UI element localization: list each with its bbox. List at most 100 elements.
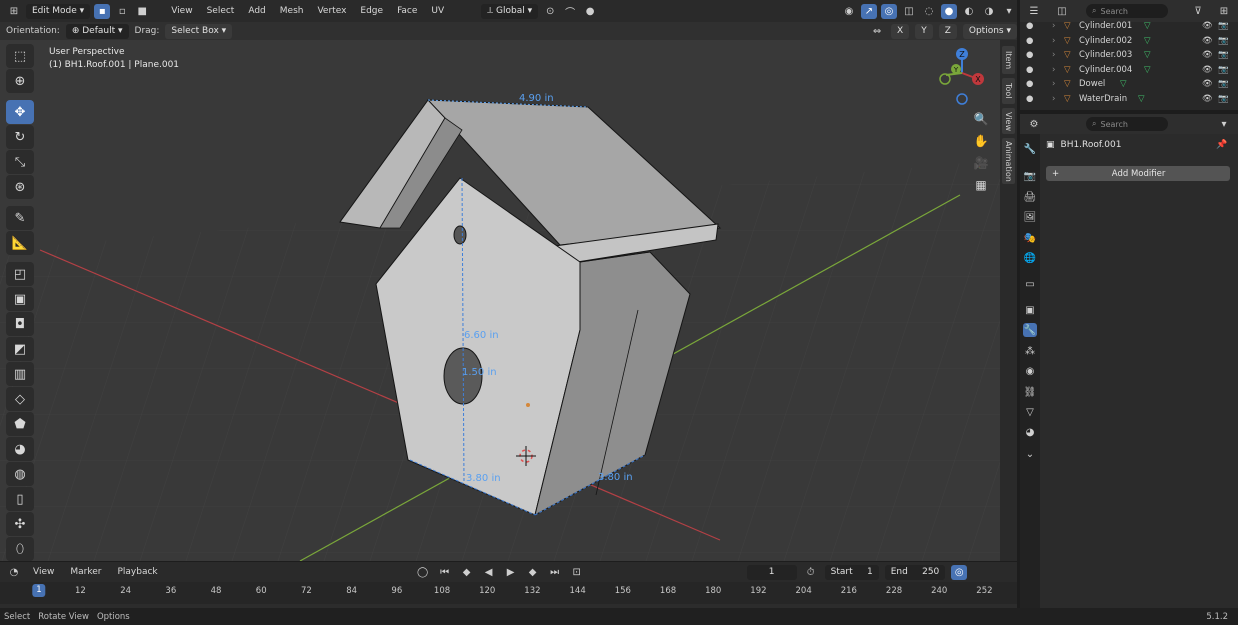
view-layer-icon[interactable]: 🖼 — [1023, 210, 1037, 224]
visibility-dot-icon[interactable]: ● — [1026, 79, 1033, 89]
timeline-menu-view[interactable]: View — [28, 564, 59, 580]
3d-viewport[interactable]: 4.90 in 6.60 in 1.50 in 3.80 in 3.80 in — [0, 40, 1000, 561]
extrude-tool-icon[interactable]: ▣ — [6, 287, 34, 311]
wireframe-shading-icon[interactable]: ◌ — [921, 4, 937, 19]
axis-y-toggle[interactable]: Y — [915, 23, 933, 39]
outliner-editor-icon[interactable]: ☰ — [1026, 4, 1042, 19]
face-select-icon[interactable]: ■ — [134, 4, 150, 19]
physics-props-icon[interactable]: ◉ — [1023, 364, 1037, 378]
mesh-data-icon[interactable]: ▽ — [1138, 94, 1145, 104]
poly-build-tool-icon[interactable]: ⬟ — [6, 412, 34, 436]
material-shading-icon[interactable]: ◐ — [961, 4, 977, 19]
keying-icon[interactable]: ⊡ — [569, 565, 585, 580]
output-props-icon[interactable]: 🖨 — [1023, 190, 1037, 204]
camera-render-icon[interactable]: 📷 — [1218, 65, 1229, 75]
select-box-tool-icon[interactable]: ⬚ — [6, 44, 34, 68]
visibility-dot-icon[interactable]: ● — [1026, 50, 1033, 60]
expand-chevron-icon[interactable]: › — [1052, 65, 1055, 75]
playhead[interactable]: 1 — [32, 584, 46, 597]
zoom-icon[interactable]: 🔍 — [970, 109, 992, 129]
menu-face[interactable]: Face — [392, 3, 422, 19]
tab-item[interactable]: Item — [1002, 46, 1015, 74]
collection-props-icon[interactable]: ▭ — [1023, 277, 1037, 291]
outliner-search-input[interactable]: ⌕ Search — [1086, 4, 1168, 18]
menu-add[interactable]: Add — [243, 3, 270, 19]
tab-tool[interactable]: Tool — [1002, 78, 1015, 104]
object-props-icon[interactable]: ▣ — [1023, 303, 1037, 317]
jump-start-icon[interactable]: ⏮ — [437, 565, 453, 580]
eye-icon[interactable]: 👁 — [1202, 94, 1213, 104]
expand-chevron-icon[interactable]: › — [1052, 79, 1055, 89]
eye-icon[interactable]: 👁 — [1202, 36, 1213, 46]
timeline-menu-playback[interactable]: Playback — [112, 564, 162, 580]
start-frame-field[interactable]: Start 1 — [824, 564, 879, 580]
smooth-tool-icon[interactable]: ◍ — [6, 462, 34, 486]
transform-orientation-dropdown[interactable]: ⟂ Global ▾ — [481, 3, 539, 19]
expand-chevron-icon[interactable]: › — [1052, 50, 1055, 60]
scene-props-icon[interactable]: 🎭 — [1023, 231, 1037, 245]
mesh-data-icon[interactable]: ▽ — [1144, 21, 1151, 31]
camera-render-icon[interactable]: 📷 — [1218, 36, 1229, 46]
particles-props-icon[interactable]: ⁂ — [1023, 344, 1037, 358]
end-frame-field[interactable]: End 250 — [884, 564, 946, 580]
rotate-tool-icon[interactable]: ↻ — [6, 125, 34, 149]
snap-icon[interactable]: ⌒ — [562, 4, 578, 19]
new-collection-icon[interactable]: ⊞ — [1216, 4, 1232, 19]
pivot-icon[interactable]: ⊙ — [542, 4, 558, 19]
editor-type-icon[interactable]: ⊞ — [6, 4, 22, 19]
vertex-select-icon[interactable]: ▪ — [94, 3, 111, 19]
expand-chevron-icon[interactable]: › — [1052, 94, 1055, 104]
tool-props-icon[interactable]: 🔧 — [1023, 142, 1037, 156]
shading-dropdown-icon[interactable]: ▾ — [1001, 4, 1017, 19]
mesh-data-icon[interactable]: ▽ — [1120, 79, 1127, 89]
loop-cut-tool-icon[interactable]: ▥ — [6, 362, 34, 386]
constraints-props-icon[interactable]: ⛓ — [1023, 385, 1037, 399]
axis-z-toggle[interactable]: Z — [938, 23, 957, 39]
outliner-row[interactable]: ● › ▽ Cylinder.003 ▽ 👁 📷 — [1020, 48, 1238, 63]
material-props-icon[interactable]: ◕ — [1023, 425, 1037, 439]
visibility-dot-icon[interactable]: ● — [1026, 21, 1033, 31]
annotate-tool-icon[interactable]: ✎ — [6, 206, 34, 230]
properties-search-input[interactable]: ⌕ Search — [1086, 117, 1168, 131]
properties-options-icon[interactable]: ▾ — [1216, 117, 1232, 132]
proportional-edit-icon[interactable]: ● — [582, 4, 598, 19]
shear-tool-icon[interactable]: ⬯ — [6, 537, 34, 561]
shrink-fatten-tool-icon[interactable]: ✣ — [6, 512, 34, 536]
next-keyframe-icon[interactable]: ◆ — [525, 565, 541, 580]
world-props-icon[interactable]: 🌐 — [1023, 251, 1037, 265]
play-icon[interactable]: ▶ — [503, 565, 519, 580]
tab-view[interactable]: View — [1002, 108, 1015, 134]
edge-slide-tool-icon[interactable]: ▯ — [6, 487, 34, 511]
expand-chevron-icon[interactable]: › — [1052, 36, 1055, 46]
menu-mesh[interactable]: Mesh — [275, 3, 309, 19]
timeline-editor-icon[interactable]: ◔ — [6, 565, 22, 580]
mesh-data-icon[interactable]: ▽ — [1144, 36, 1151, 46]
prev-keyframe-icon[interactable]: ◆ — [459, 565, 475, 580]
autokey-icon[interactable]: ◯ — [415, 565, 431, 580]
filter-icon[interactable]: ⊽ — [1190, 4, 1206, 19]
modifier-props-icon[interactable]: 🔧 — [1023, 323, 1037, 337]
timeline-menu-marker[interactable]: Marker — [65, 564, 106, 580]
move-tool-icon[interactable]: ✥ — [6, 100, 34, 124]
edge-select-icon[interactable]: ▫ — [114, 4, 130, 19]
eye-icon[interactable]: 👁 — [1202, 79, 1213, 89]
options-dropdown[interactable]: Options ▾ — [962, 23, 1017, 39]
render-props-icon[interactable]: 📷 — [1023, 169, 1037, 183]
knife-tool-icon[interactable]: ◇ — [6, 387, 34, 411]
texture-props-icon[interactable]: ⌄ — [1023, 447, 1037, 461]
cursor-tool-icon[interactable]: ⊕ — [6, 69, 34, 93]
camera-render-icon[interactable]: 📷 — [1218, 50, 1229, 60]
spin-tool-icon[interactable]: ◕ — [6, 437, 34, 461]
overlay-toggle-icon[interactable]: ◎ — [881, 3, 897, 19]
visibility-dot-icon[interactable]: ● — [1026, 36, 1033, 46]
camera-render-icon[interactable]: 📷 — [1218, 94, 1229, 104]
camera-render-icon[interactable]: 📷 — [1218, 21, 1229, 31]
pan-hand-icon[interactable]: ✋ — [970, 131, 992, 151]
eye-icon[interactable]: 👁 — [1202, 50, 1213, 60]
outliner-row[interactable]: ● › ▽ Cylinder.001 ▽ 👁 📷 — [1020, 19, 1238, 34]
tab-animation[interactable]: Animation — [1002, 138, 1015, 184]
navigation-gizmo[interactable]: Z Y X — [934, 45, 990, 109]
menu-select[interactable]: Select — [202, 3, 240, 19]
gizmo-toggle-icon[interactable]: ↗ — [861, 3, 877, 19]
outliner-row[interactable]: ● › ▽ Dowel ▽ 👁 📷 — [1020, 77, 1238, 92]
